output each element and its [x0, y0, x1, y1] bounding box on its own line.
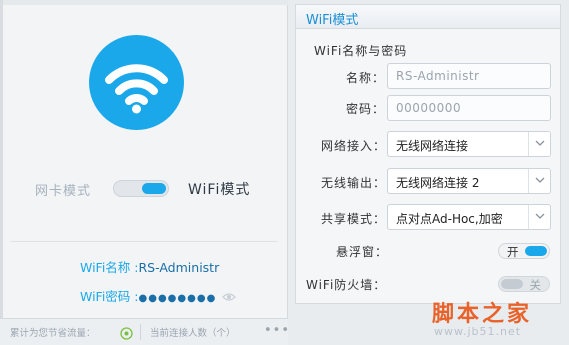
left-panel: 网卡模式 WiFi模式 WiFi名称 :RS-Administr WiFi密码 … — [0, 0, 290, 345]
watermark-title: 脚本之家 — [432, 302, 533, 327]
settings-header: WiFi模式 — [296, 5, 560, 29]
watermark-url: www.jb51.net — [434, 325, 522, 338]
name-label: 名称： — [346, 71, 386, 85]
network-in-select[interactable]: 无线网络连接 — [387, 131, 551, 157]
network-in-label: 网络接入： — [321, 139, 387, 153]
wifi-password-row: WiFi密码 :●●●●●●●● — [80, 286, 216, 304]
firewall-label: WiFi防火墙： — [306, 278, 387, 292]
wireless-out-label: 无线输出： — [321, 176, 387, 190]
wireless-out-value: 无线网络连接 2 — [396, 176, 480, 190]
traffic-icon — [120, 325, 133, 340]
firewall-toggle[interactable]: 关 — [498, 276, 550, 292]
wifi-name-label: WiFi名称 : — [80, 260, 139, 275]
section-title: WiFi名称与密码 — [314, 44, 408, 58]
divider — [10, 241, 278, 242]
wifi-password-input[interactable]: 00000000 — [387, 95, 551, 121]
float-window-state: 开 — [507, 245, 519, 259]
firewall-state: 关 — [529, 278, 542, 292]
chevron-down-icon[interactable] — [528, 132, 550, 156]
app-window: 网卡模式 WiFi模式 WiFi名称 :RS-Administr WiFi密码 … — [0, 0, 569, 345]
mode-toggle-knob — [142, 183, 166, 194]
chevron-down-icon[interactable] — [528, 169, 550, 193]
traffic-saved-label: 累计为您节省流量： — [10, 328, 96, 339]
mode-toggle[interactable] — [113, 180, 169, 197]
settings-title: WiFi模式 — [306, 13, 359, 28]
connections-label: 当前连接人数（个） — [150, 328, 236, 339]
wifi-password-value: ●●●●●●●● — [138, 293, 217, 304]
float-window-toggle[interactable]: 开 — [498, 243, 550, 259]
share-mode-label: 共享模式： — [321, 212, 387, 226]
wireless-out-select[interactable]: 无线网络连接 2 — [387, 168, 551, 194]
wifi-name-row: WiFi名称 :RS-Administr — [80, 257, 219, 275]
share-mode-select[interactable]: 点对点Ad-Hoc,加密 — [387, 204, 551, 230]
mode-switch-row: 网卡模式 WiFi模式 — [0, 178, 288, 200]
wifi-password-label: WiFi密码 : — [80, 289, 139, 304]
nic-mode-label[interactable]: 网卡模式 — [35, 180, 91, 199]
more-icon[interactable]: ••• — [264, 323, 290, 338]
float-window-knob — [525, 246, 547, 256]
left-edge — [0, 0, 3, 345]
wifi-icon — [89, 35, 184, 130]
firewall-knob — [501, 279, 523, 289]
settings-panel: WiFi模式 WiFi名称与密码 名称： RS-Administr 密码： 00… — [295, 4, 561, 304]
bottom-separator — [140, 324, 141, 340]
bottom-bar: 累计为您节省流量： 当前连接人数（个） ••• — [0, 318, 290, 345]
wifi-name-value: RS-Administr — [138, 260, 220, 275]
network-in-value: 无线网络连接 — [396, 139, 469, 153]
eye-icon[interactable] — [222, 287, 236, 301]
chevron-down-icon[interactable] — [528, 205, 550, 229]
password-label: 密码： — [346, 102, 386, 116]
watermark: 脚本之家 www.jb51.net — [432, 296, 564, 342]
float-window-label: 悬浮窗： — [336, 245, 389, 259]
top-strip — [0, 0, 288, 5]
share-mode-value: 点对点Ad-Hoc,加密 — [396, 212, 503, 226]
wifi-mode-label[interactable]: WiFi模式 — [188, 179, 250, 199]
wifi-name-input[interactable]: RS-Administr — [387, 63, 551, 89]
